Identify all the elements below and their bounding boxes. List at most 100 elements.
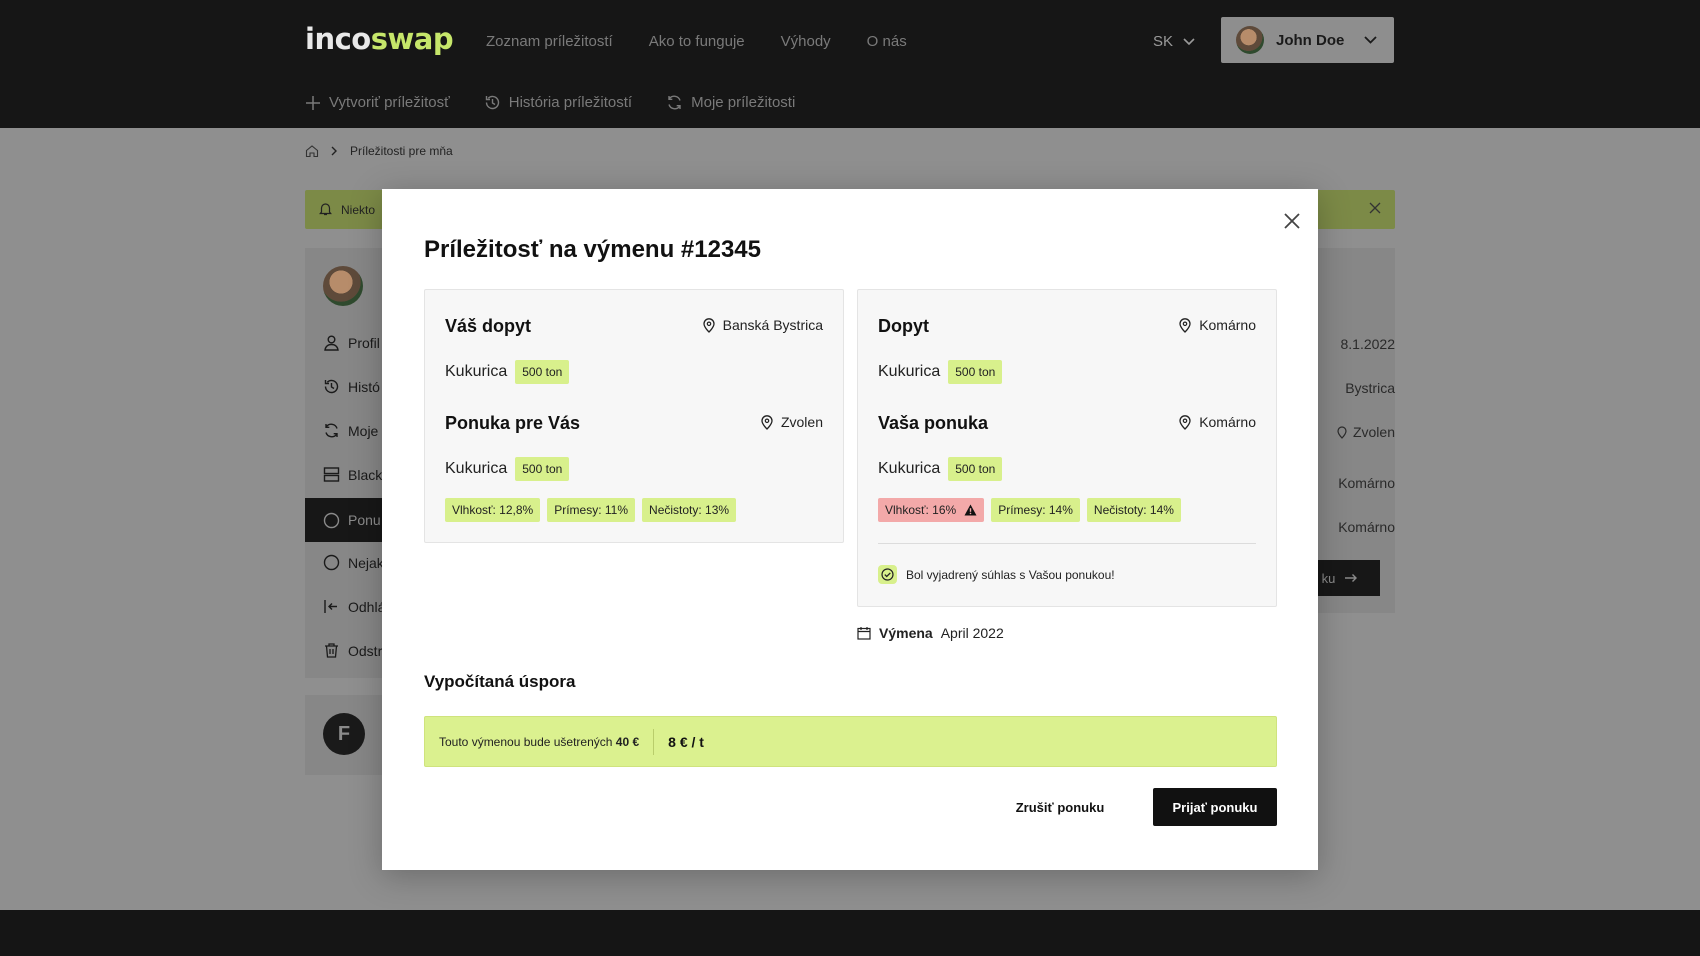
- circle-icon: [323, 512, 340, 528]
- location: Zvolen: [761, 414, 823, 430]
- subnav-mine[interactable]: Moje príležitosti: [666, 94, 795, 111]
- nav-zoznam[interactable]: Zoznam príležitostí: [486, 33, 613, 50]
- circle-icon: [323, 554, 340, 571]
- close-icon[interactable]: [1278, 207, 1306, 235]
- cancel-offer-button[interactable]: Zrušiť ponuku: [1000, 788, 1120, 826]
- sidebar-item-label: Profil: [348, 334, 380, 351]
- location-label: Komárno: [1199, 414, 1256, 430]
- location-pin-icon: [1179, 317, 1191, 333]
- your-demand-card: Váš dopyt Banská Bystrica Kukurica 500 t…: [424, 289, 844, 543]
- logo[interactable]: incoswap: [305, 22, 454, 56]
- modal-title: Príležitosť na výmenu #12345: [424, 236, 761, 263]
- sidebar-item-label: Ponu: [348, 512, 381, 528]
- bg-location: Komárno: [1338, 519, 1395, 535]
- user-menu-button[interactable]: John Doe: [1221, 17, 1394, 63]
- impurity-badge: Nečistoty: 13%: [642, 498, 737, 522]
- subnav-mine-label: Moje príležitosti: [691, 94, 796, 111]
- sidebar-item-other[interactable]: Nejak: [323, 554, 384, 571]
- subnav-create[interactable]: Vytvoriť príležitosť: [305, 94, 450, 111]
- location-pin-icon: [702, 317, 715, 333]
- location-label: Banská Bystrica: [722, 317, 823, 333]
- nav-o-nas[interactable]: O nás: [867, 33, 907, 50]
- quantity-badge: 500 ton: [515, 360, 570, 384]
- language-label: SK: [1153, 33, 1174, 50]
- admixture-badge: Prímesy: 14%: [991, 498, 1080, 522]
- quality-tags: Vlhkosť: 16% Prímesy: 14% Nečistoty: 14%: [878, 498, 1181, 522]
- sidebar-item-label: Odstr: [348, 642, 383, 659]
- bg-location: Komárno: [1338, 475, 1395, 491]
- list-icon: [323, 467, 340, 482]
- sidebar-item-logout[interactable]: Odhlá: [323, 598, 385, 615]
- exchange-date: Výmena April 2022: [857, 625, 1004, 641]
- sidebar-item-label: Histó: [348, 378, 380, 395]
- sidebar-item-profile[interactable]: Profil: [323, 334, 380, 351]
- location-label: Zvolen: [780, 414, 823, 430]
- savings-amount: 40 €: [615, 734, 640, 749]
- quantity-badge: 500 ton: [515, 457, 570, 481]
- location: Komárno: [1179, 414, 1256, 430]
- location: Banská Bystrica: [702, 317, 823, 333]
- sidebar-item-blacklist[interactable]: Black: [323, 466, 382, 483]
- product-row: Kukurica 500 ton: [878, 360, 1003, 384]
- demand-card: Dopyt Komárno Kukurica 500 ton Vaša ponu…: [857, 289, 1277, 607]
- humidity-warning-badge: Vlhkosť: 16%: [878, 498, 985, 522]
- home-icon[interactable]: [305, 144, 319, 158]
- humidity-badge: Vlhkosť: 12,8%: [445, 498, 541, 522]
- nav-ako-to-funguje[interactable]: Ako to funguje: [649, 33, 745, 50]
- admixture-badge: Prímesy: 11%: [547, 498, 636, 522]
- history-icon: [485, 95, 499, 110]
- notification-text: Niekto: [341, 203, 376, 217]
- product-name: Kukurica: [878, 363, 941, 380]
- divider: [878, 543, 1256, 544]
- sidebar-item-label: Nejak: [348, 554, 384, 571]
- avatar: F: [323, 713, 365, 755]
- history-icon: [324, 379, 339, 394]
- sidebar-item-label: Black: [348, 466, 383, 483]
- subnav-create-label: Vytvoriť príležitosť: [329, 94, 450, 111]
- top-bar: incoswap Zoznam príležitostí Ako to fung…: [0, 0, 1700, 128]
- sidebar-item-mine[interactable]: Moje: [323, 422, 378, 439]
- exchange-label: Výmena: [879, 625, 933, 641]
- refresh-icon: [668, 95, 681, 110]
- bell-icon: [319, 203, 332, 216]
- bg-location: Bystrica: [1345, 380, 1395, 396]
- location-pin-icon: [1337, 425, 1347, 439]
- location-label: Komárno: [1199, 317, 1256, 333]
- product-name: Kukurica: [445, 460, 508, 477]
- exchange-value: April 2022: [940, 625, 1004, 641]
- sidebar-item-delete[interactable]: Odstr: [323, 642, 382, 659]
- product-name: Kukurica: [878, 460, 941, 477]
- product-row: Kukurica 500 ton: [445, 457, 570, 481]
- avatar: [1236, 26, 1264, 54]
- card-heading: Váš dopyt: [445, 316, 532, 336]
- card-heading: Vaša ponuka: [878, 413, 989, 433]
- impurity-badge: Nečistoty: 14%: [1086, 498, 1181, 522]
- card-heading: Dopyt: [878, 316, 929, 336]
- nav-vyhody[interactable]: Výhody: [781, 33, 831, 50]
- accept-offer-button[interactable]: Prijať ponuku: [1153, 788, 1277, 826]
- product-row: Kukurica 500 ton: [445, 360, 570, 384]
- exchange-modal: Príležitosť na výmenu #12345 Váš dopyt B…: [382, 189, 1318, 870]
- savings-bar: Touto výmenou bude ušetrených 40 € 8 € /…: [424, 716, 1277, 767]
- check-circle-icon: [878, 565, 897, 584]
- language-selector[interactable]: SK: [1153, 33, 1195, 50]
- consent-text: Bol vyjadrený súhlas s Vašou ponukou!: [906, 567, 1115, 582]
- quantity-badge: 500 ton: [948, 457, 1003, 481]
- close-icon[interactable]: [1369, 202, 1381, 214]
- bg-location: Zvolen: [1337, 424, 1395, 440]
- bg-action-label: ku: [1321, 570, 1336, 586]
- plus-icon: [306, 95, 320, 110]
- savings-title: Vypočítaná úspora: [424, 672, 576, 691]
- sidebar-item-history[interactable]: Histó: [323, 378, 380, 395]
- location-pin-icon: [761, 414, 773, 430]
- savings-label: Touto výmenou bude ušetrených: [439, 734, 613, 749]
- savings-rate: 8 € / t: [668, 733, 704, 750]
- subnav-history[interactable]: História príležitostí: [484, 94, 632, 111]
- subnav-history-label: História príležitostí: [508, 94, 633, 111]
- bg-location-label: Zvolen: [1352, 424, 1395, 440]
- chevron-down-icon: [1364, 36, 1377, 44]
- main-nav: Zoznam príležitostí Ako to funguje Výhod…: [486, 33, 907, 50]
- user-name: John Doe: [1276, 31, 1345, 49]
- quantity-badge: 500 ton: [948, 360, 1003, 384]
- sub-nav: Vytvoriť príležitosť História príležitos…: [305, 94, 795, 111]
